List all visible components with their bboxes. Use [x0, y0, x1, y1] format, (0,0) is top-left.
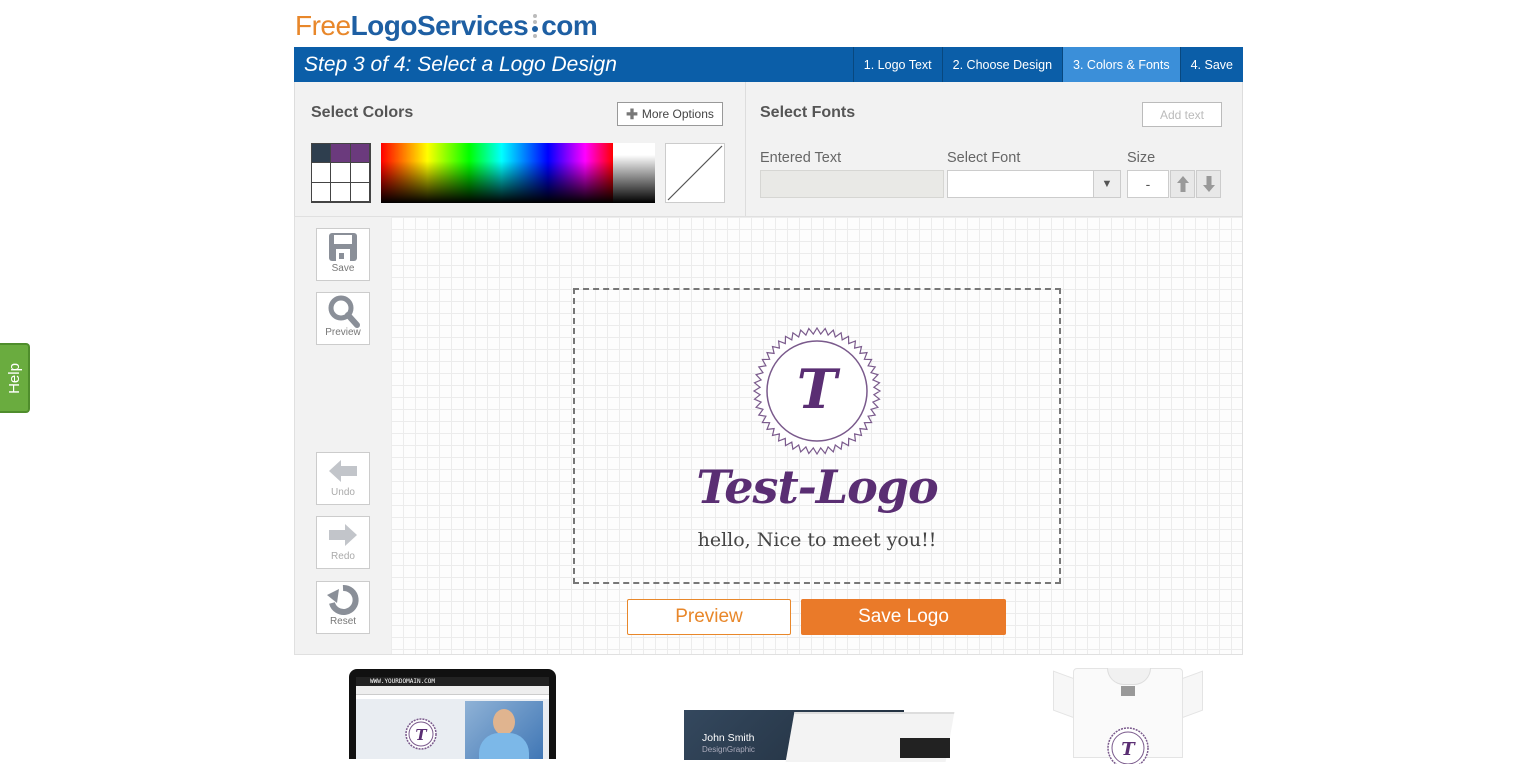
color-swatch[interactable]	[350, 163, 370, 183]
color-swatch[interactable]	[331, 182, 351, 202]
help-tab-label: Help	[5, 362, 23, 394]
arrow-left-icon	[327, 453, 359, 489]
color-swatch[interactable]	[350, 182, 370, 202]
color-swatch[interactable]	[331, 144, 351, 164]
no-color-icon	[667, 145, 723, 201]
save-tool-button[interactable]: Save	[316, 228, 370, 281]
reset-icon	[326, 582, 360, 618]
step-bar: Step 3 of 4: Select a Logo Design 1. Log…	[294, 47, 1243, 82]
select-font-label: Select Font	[947, 150, 1021, 166]
seal-emblem: T	[750, 324, 884, 463]
color-swatch[interactable]	[331, 163, 351, 183]
fonts-panel: Select Fonts Add text Entered Text Selec…	[746, 82, 1243, 216]
logo-main-text[interactable]: Test-Logo	[575, 460, 1059, 514]
grayscale-picker[interactable]	[613, 143, 655, 203]
size-field[interactable]: -	[1127, 170, 1169, 198]
add-text-button[interactable]: Add text	[1142, 102, 1222, 127]
laptop-url: WWW.YOURDOMAIN.COM	[356, 677, 549, 686]
shirt-seal-icon: T	[1104, 724, 1152, 769]
logo-sub-text[interactable]: hello, Nice to meet you!!	[575, 529, 1059, 551]
monogram-letter: T	[797, 357, 841, 421]
color-swatch[interactable]	[312, 144, 332, 164]
design-canvas[interactable]: T Test-Logo hello, Nice to meet you!! Pr…	[391, 217, 1242, 654]
floppy-disk-icon	[327, 229, 359, 265]
person-photo	[465, 701, 543, 759]
arrow-right-icon	[327, 517, 359, 553]
laptop-nav	[356, 686, 549, 695]
more-options-label: More Options	[641, 107, 714, 121]
no-color-swatch[interactable]	[665, 143, 725, 203]
brand-logo-services: LogoServices	[350, 10, 529, 41]
color-swatch-grid	[311, 143, 371, 203]
tab-colors-fonts[interactable]: 3. Colors & Fonts	[1062, 47, 1180, 82]
redo-tool-button[interactable]: Redo	[316, 516, 370, 569]
font-select[interactable]: ▼	[947, 170, 1121, 198]
plus-icon: ✚	[626, 105, 638, 122]
card-name: John Smith	[702, 732, 755, 744]
entered-text-field[interactable]	[760, 170, 944, 198]
save-tool-label: Save	[331, 263, 355, 274]
help-tab[interactable]: Help	[0, 343, 30, 413]
svg-text:T: T	[1121, 739, 1136, 760]
size-down-icon[interactable]	[1196, 170, 1221, 198]
laptop-screen: WWW.YOURDOMAIN.COM T	[356, 677, 549, 759]
tab-choose-design[interactable]: 2. Choose Design	[941, 47, 1062, 82]
chevron-down-icon[interactable]: ▼	[1093, 171, 1120, 197]
site-logo[interactable]: Free LogoServices com	[295, 6, 598, 46]
tab-logo-text[interactable]: 1. Logo Text	[852, 47, 942, 82]
mini-seal-icon: T	[404, 717, 438, 756]
undo-tool-label: Undo	[331, 487, 355, 498]
save-logo-button[interactable]: Save Logo	[801, 599, 1006, 635]
step-tabs: 1. Logo Text 2. Choose Design 3. Colors …	[852, 47, 1243, 82]
laptop-mockup: WWW.YOURDOMAIN.COM T	[349, 669, 556, 759]
logo-design-box[interactable]: T Test-Logo hello, Nice to meet you!!	[573, 288, 1061, 584]
card-title: DesignGraphic	[702, 745, 755, 754]
color-swatch[interactable]	[312, 182, 332, 202]
redo-tool-label: Redo	[331, 551, 355, 562]
tshirt-mockup: T	[1053, 668, 1203, 769]
magnifier-icon	[326, 293, 360, 329]
size-up-icon[interactable]	[1170, 170, 1195, 198]
preview-tool-button[interactable]: Preview	[316, 292, 370, 345]
work-area: Save Preview Undo Redo Reset T Test-Logo…	[294, 216, 1243, 655]
editor-toolbar: Save Preview Undo Redo Reset	[295, 217, 391, 654]
preview-tool-label: Preview	[325, 327, 361, 338]
colors-panel: Select Colors ✚ More Options	[294, 82, 745, 216]
fonts-heading: Select Fonts	[760, 104, 856, 121]
tab-save[interactable]: 4. Save	[1179, 47, 1243, 82]
business-card-edge	[900, 738, 950, 758]
reset-tool-button[interactable]: Reset	[316, 581, 370, 634]
preview-button[interactable]: Preview	[627, 599, 791, 635]
colors-heading: Select Colors	[311, 104, 414, 121]
more-options-button[interactable]: ✚ More Options	[617, 102, 723, 126]
brand-dot-icon	[532, 7, 539, 45]
brand-com: com	[541, 10, 598, 41]
brand-free: Free	[295, 10, 351, 41]
entered-text-label: Entered Text	[760, 150, 842, 166]
color-swatch[interactable]	[312, 163, 332, 183]
color-spectrum-picker[interactable]	[381, 143, 613, 203]
step-title: Step 3 of 4: Select a Logo Design	[304, 52, 617, 76]
size-label: Size	[1127, 150, 1156, 166]
svg-text:T: T	[415, 726, 428, 744]
color-swatch[interactable]	[350, 144, 370, 164]
undo-tool-button[interactable]: Undo	[316, 452, 370, 505]
reset-tool-label: Reset	[329, 616, 357, 627]
